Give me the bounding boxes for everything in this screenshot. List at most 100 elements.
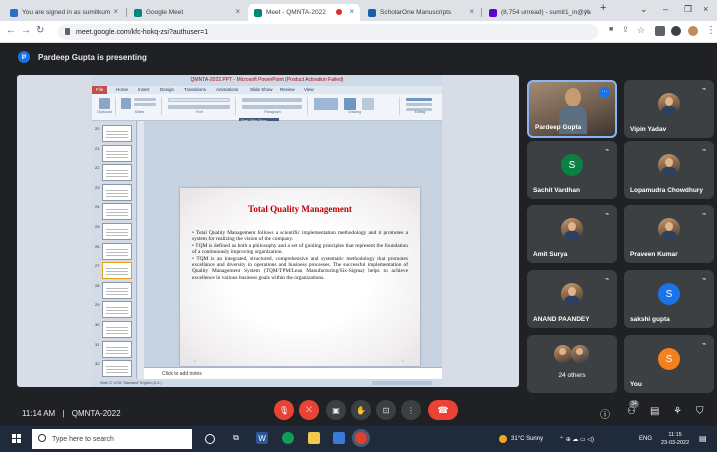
close-tab-icon[interactable]: × bbox=[584, 7, 589, 16]
participant-tile[interactable]: ⌁ Praveen Kumar bbox=[624, 205, 714, 263]
participant-tile[interactable]: ⌁ Lopamudra Chowdhury bbox=[624, 141, 714, 199]
taskbar-search-input[interactable]: Type here to search bbox=[32, 429, 192, 449]
bookmark-star-icon[interactable]: ☆ bbox=[637, 25, 645, 36]
shapes-gallery-icon[interactable] bbox=[314, 98, 338, 110]
mic-off-button[interactable]: 🎙 bbox=[274, 400, 294, 420]
chat-icon[interactable]: ▤ bbox=[650, 406, 659, 417]
slide-thumbnail[interactable]: 22 bbox=[95, 164, 132, 182]
participant-tile[interactable]: ⋯ Pardeep Gupta bbox=[527, 80, 617, 138]
reset-button[interactable] bbox=[134, 103, 156, 106]
browser-menu-icon[interactable]: ⋮ bbox=[706, 25, 716, 36]
layout-button[interactable] bbox=[134, 98, 156, 101]
ppt-tab-design[interactable]: Design bbox=[160, 87, 174, 92]
leave-call-button[interactable]: ☎ bbox=[428, 400, 458, 420]
ppt-tab-view[interactable]: View bbox=[304, 87, 314, 92]
ppt-slide-thumbnails[interactable]: 20 21 22 23 24 25 26 27 28 29 30 31 32 bbox=[92, 121, 137, 379]
tab-search-icon[interactable]: ⌄ bbox=[640, 4, 648, 15]
paste-icon[interactable] bbox=[99, 98, 110, 109]
participant-tile[interactable]: ⌁ Vipin Yadav bbox=[624, 80, 714, 138]
align-buttons[interactable] bbox=[242, 105, 302, 109]
maximize-icon[interactable]: ❐ bbox=[684, 4, 692, 15]
current-slide[interactable]: Total Quality Management • Total Quality… bbox=[180, 188, 420, 366]
activities-icon[interactable]: ⚘ bbox=[673, 406, 682, 417]
profile-avatar[interactable] bbox=[688, 26, 698, 36]
close-tab-icon[interactable]: × bbox=[469, 7, 474, 16]
arrange-icon[interactable] bbox=[344, 98, 356, 110]
font-select[interactable] bbox=[168, 98, 230, 102]
ppt-tab-slide-show[interactable]: Slide Show bbox=[250, 87, 273, 92]
chrome-icon[interactable] bbox=[355, 432, 367, 444]
reload-icon[interactable]: ↻ bbox=[36, 25, 44, 36]
browser-tab-signed-in[interactable]: You are signed in as sumitkum × bbox=[4, 4, 124, 21]
people-icon[interactable]: ⚇ bbox=[627, 406, 636, 417]
slide-thumbnail[interactable]: 23 bbox=[95, 183, 132, 201]
slide-thumbnail[interactable]: 30 bbox=[95, 321, 132, 338]
notifications-icon[interactable]: ▤ bbox=[699, 434, 707, 443]
slide-thumbnail[interactable]: 32 bbox=[95, 360, 132, 378]
address-input[interactable]: meet.google.com/kfc-hokq-zsi?authuser=1 bbox=[58, 24, 598, 40]
close-tab-icon[interactable]: × bbox=[235, 7, 240, 16]
paragraph-buttons[interactable] bbox=[242, 98, 302, 102]
word-icon[interactable]: W bbox=[256, 432, 268, 444]
font-format-buttons[interactable] bbox=[168, 105, 230, 109]
file-explorer-icon[interactable] bbox=[308, 432, 320, 444]
slide-thumbnail[interactable]: 20 bbox=[95, 125, 132, 142]
participant-tile[interactable]: ⌁ Amit Surya bbox=[527, 205, 617, 263]
zoom-slider[interactable] bbox=[372, 381, 432, 385]
extensions-puzzle-icon[interactable] bbox=[671, 26, 681, 36]
edge-icon[interactable] bbox=[282, 432, 294, 444]
slide-thumbnail[interactable]: 29 bbox=[95, 301, 132, 319]
present-now-button[interactable]: ⊡ bbox=[376, 400, 396, 420]
ppt-tab-animations[interactable]: Animations bbox=[216, 87, 238, 92]
close-tab-icon[interactable]: × bbox=[349, 7, 354, 16]
quick-styles-icon[interactable] bbox=[362, 98, 374, 110]
camera-in-use-icon[interactable]: ■ bbox=[609, 26, 613, 33]
slide-thumbnail[interactable]: 26 bbox=[95, 242, 132, 260]
tray-icons[interactable]: ⌃ ⊕ ☁ ▭ ◁) bbox=[559, 436, 594, 443]
slide-thumbnail[interactable]: 27 bbox=[95, 262, 132, 280]
ppt-tab-review[interactable]: Review bbox=[280, 87, 295, 92]
replace-button[interactable] bbox=[406, 103, 432, 106]
share-icon[interactable]: ⇪ bbox=[622, 25, 629, 34]
forward-arrow-icon[interactable]: → bbox=[21, 25, 31, 36]
slide-thumbnail[interactable]: 28 bbox=[95, 281, 132, 299]
back-arrow-icon[interactable]: ← bbox=[6, 25, 16, 36]
browser-tab-scholarone[interactable]: ScholarOne Manuscripts × bbox=[362, 4, 480, 21]
browser-tab-meet-active[interactable]: Meet - QMNTA-2022 × bbox=[248, 4, 360, 21]
slide-thumbnail[interactable]: 21 bbox=[95, 144, 132, 162]
close-tab-icon[interactable]: × bbox=[113, 7, 118, 16]
meeting-info-icon[interactable]: ⓘ bbox=[600, 406, 610, 421]
minimize-icon[interactable]: – bbox=[663, 4, 668, 14]
ppt-tab-file[interactable]: File bbox=[92, 86, 108, 94]
task-view-icon[interactable]: ⧉ bbox=[230, 432, 242, 444]
participant-tile[interactable]: S ⌁ You bbox=[624, 335, 714, 393]
ppt-tab-home[interactable]: Home bbox=[116, 87, 128, 92]
window-close-icon[interactable]: × bbox=[703, 4, 708, 14]
ppt-notes-pane[interactable]: Click to add notes bbox=[144, 367, 442, 379]
new-tab-button[interactable]: + bbox=[600, 2, 606, 14]
language-indicator[interactable]: ENG bbox=[639, 436, 652, 442]
participant-tile[interactable]: S ⌁ sakshi gupta bbox=[624, 270, 714, 328]
store-icon[interactable] bbox=[333, 432, 345, 444]
ppt-tab-transitions[interactable]: Transitions bbox=[184, 87, 206, 92]
cortana-icon[interactable] bbox=[205, 434, 215, 444]
weather-text[interactable]: 31°C Sunny bbox=[511, 436, 543, 442]
taskbar-clock[interactable]: 11:15 23-03-2022 bbox=[661, 431, 689, 447]
new-slide-icon[interactable] bbox=[121, 98, 131, 109]
raise-hand-button[interactable]: ✋ bbox=[351, 400, 371, 420]
more-options-icon[interactable]: ⋯ bbox=[599, 87, 610, 98]
ppt-tab-insert[interactable]: Insert bbox=[138, 87, 149, 92]
participant-tile[interactable]: ⌁ ANAND PAANDEY bbox=[527, 270, 617, 328]
slide-thumbnail[interactable]: 25 bbox=[95, 223, 132, 240]
more-options-button[interactable]: ⋮ bbox=[401, 400, 421, 420]
slide-thumbnail[interactable]: 24 bbox=[95, 203, 132, 221]
slide-thumbnail[interactable]: 31 bbox=[95, 340, 132, 358]
host-controls-icon[interactable]: ⛉ bbox=[696, 406, 704, 417]
participant-tile[interactable]: 24 others bbox=[527, 335, 617, 393]
extension-icon[interactable] bbox=[655, 26, 665, 36]
captions-button[interactable]: ▣ bbox=[326, 400, 346, 420]
browser-tab-mail[interactable]: (8,754 unread) - sumit1_in@ya × bbox=[483, 4, 595, 21]
camera-off-button[interactable]: ⛌ bbox=[299, 400, 319, 420]
find-button[interactable] bbox=[406, 98, 432, 101]
windows-start-icon[interactable] bbox=[12, 434, 22, 444]
